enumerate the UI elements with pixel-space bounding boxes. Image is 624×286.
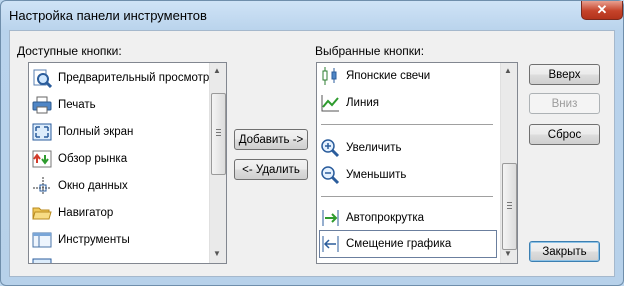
autoscroll-icon	[320, 208, 340, 228]
list-item-label: Предварительный просмотр	[58, 72, 210, 84]
list-item[interactable]: Инструменты	[32, 227, 130, 253]
list-item-label: Инструменты	[58, 234, 130, 246]
available-buttons-list[interactable]: Предварительный просмотр Печать Полный э…	[28, 62, 227, 264]
list-item[interactable]: Японские свечи	[320, 63, 430, 89]
close-window-button[interactable]: ✕	[581, 1, 623, 20]
chart-shift-icon	[320, 234, 340, 254]
zoom-in-icon	[320, 138, 340, 158]
list-item-label: Линия	[346, 97, 379, 109]
list-item[interactable]: Увеличить	[320, 135, 401, 161]
list-item[interactable]: Уменьшить	[320, 162, 406, 188]
list-item-label: Автопрокрутка	[346, 212, 425, 224]
close-button[interactable]: Закрыть	[529, 241, 600, 262]
list-item[interactable]: Полный экран	[32, 119, 133, 145]
selected-buttons-list[interactable]: Японские свечи Линия Увеличить Уменьшить	[316, 62, 518, 264]
data-window-icon	[32, 176, 52, 196]
available-buttons-label: Доступные кнопки:	[17, 44, 122, 58]
list-item-label: Окно данных	[58, 180, 128, 192]
list-item[interactable]: Навигатор	[32, 200, 113, 226]
list-item-label: Навигатор	[58, 207, 114, 219]
list-item-label: Полный экран	[58, 126, 134, 138]
scroll-down-arrow-icon[interactable]: ▼	[213, 249, 221, 258]
list-item-label: Обзор рынка	[58, 153, 128, 165]
list-item[interactable]: Печать	[32, 92, 96, 118]
candlesticks-icon	[320, 66, 340, 86]
list-item-label: Печать	[58, 99, 96, 111]
list-item-label: Японские свечи	[346, 70, 431, 82]
print-preview-icon	[32, 68, 52, 88]
list-item-label: Увеличить	[346, 142, 402, 154]
list-item-label: Уменьшить	[346, 169, 407, 181]
reset-button[interactable]: Сброс	[529, 124, 600, 145]
window-title: Настройка панели инструментов	[9, 8, 207, 23]
selected-list-scrollbar[interactable]: ▲ ▼	[500, 63, 517, 263]
scroll-down-arrow-icon[interactable]: ▼	[504, 249, 512, 258]
separator	[321, 196, 493, 197]
scrollbar-thumb[interactable]	[502, 163, 517, 250]
list-item-selected[interactable]: Смещение графика	[319, 230, 497, 258]
list-item-label: Смещение графика	[346, 238, 452, 250]
list-item[interactable]: Обзор рынка	[32, 146, 127, 172]
scroll-up-arrow-icon[interactable]: ▲	[504, 66, 512, 75]
selected-buttons-label: Выбранные кнопки:	[315, 44, 425, 58]
remove-button[interactable]: <- Удалить	[234, 159, 308, 180]
dialog-client-area: Доступные кнопки: Предварительный просмо…	[9, 30, 615, 277]
printer-icon	[32, 95, 52, 115]
market-watch-icon	[32, 149, 52, 169]
move-up-button[interactable]: Вверх	[529, 64, 600, 85]
list-item[interactable]: Автопрокрутка	[320, 205, 424, 231]
zoom-out-icon	[320, 165, 340, 185]
list-item[interactable]	[32, 254, 58, 263]
toolbox-icon	[32, 230, 52, 250]
full-screen-icon	[32, 122, 52, 142]
available-list-scrollbar[interactable]: ▲ ▼	[209, 63, 226, 263]
scroll-up-arrow-icon[interactable]: ▲	[213, 66, 221, 75]
move-down-button[interactable]: Вниз	[529, 93, 600, 114]
navigator-folder-icon	[32, 203, 52, 223]
separator	[321, 124, 493, 125]
dialog-window: Настройка панели инструментов ✕ Доступны…	[0, 0, 624, 286]
list-item[interactable]: Предварительный просмотр	[32, 65, 209, 91]
line-chart-icon	[320, 93, 340, 113]
add-button[interactable]: Добавить ->	[234, 129, 308, 150]
list-item[interactable]: Линия	[320, 90, 379, 116]
list-item[interactable]: Окно данных	[32, 173, 128, 199]
partial-item-icon	[32, 257, 52, 263]
scrollbar-thumb[interactable]	[211, 93, 226, 175]
